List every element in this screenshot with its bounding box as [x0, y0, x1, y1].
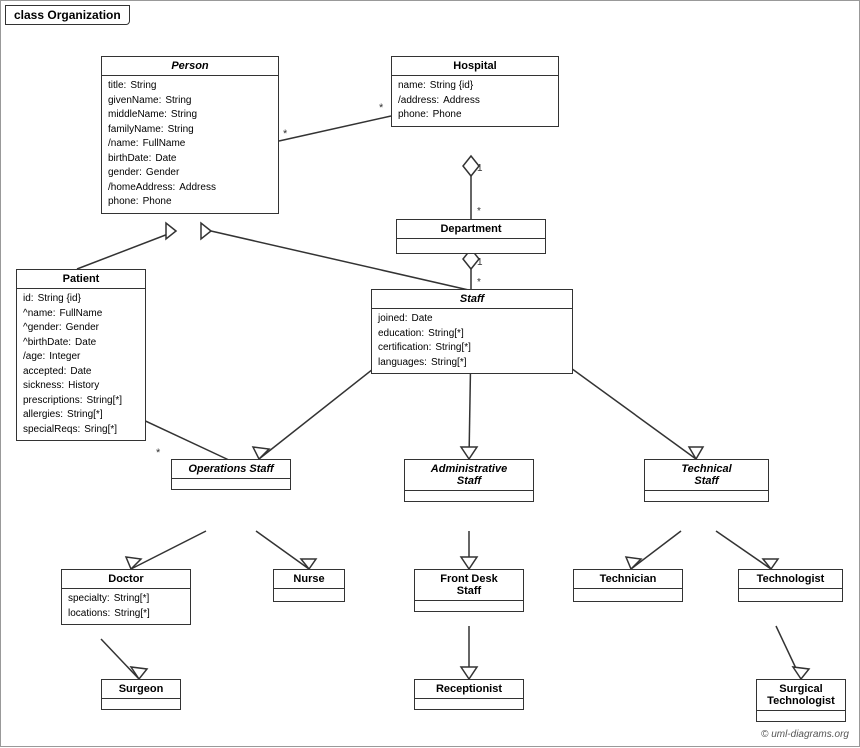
svg-text:1: 1: [477, 257, 483, 268]
receptionist-class: Receptionist: [414, 679, 524, 710]
doctor-class-name: Doctor: [62, 570, 190, 589]
surgeon-class-attrs: [102, 699, 180, 709]
diagram-title: class Organization: [5, 5, 130, 25]
doctor-class: Doctor specialty:String[*] locations:Str…: [61, 569, 191, 625]
front-desk-staff-class: Front Desk Staff: [414, 569, 524, 612]
svg-text:*: *: [477, 277, 481, 288]
receptionist-class-attrs: [415, 699, 523, 709]
surgical-technologist-class-attrs: [757, 711, 845, 721]
person-class: Person title:String givenName:String mid…: [101, 56, 279, 214]
surgeon-class-name: Surgeon: [102, 680, 180, 699]
department-class-name: Department: [397, 220, 545, 239]
administrative-staff-class: Administrative Staff: [404, 459, 534, 502]
surgeon-class: Surgeon: [101, 679, 181, 710]
technical-staff-class-name: Technical Staff: [645, 460, 768, 491]
patient-class-name: Patient: [17, 270, 145, 289]
staff-class-name: Staff: [372, 290, 572, 309]
technologist-class-name: Technologist: [739, 570, 842, 589]
svg-text:*: *: [283, 128, 288, 140]
patient-class-attrs: id:String {id} ^name:FullName ^gender:Ge…: [17, 289, 145, 440]
department-class: Department: [396, 219, 546, 254]
surgical-technologist-class-name: Surgical Technologist: [757, 680, 845, 711]
administrative-staff-class-attrs: [405, 491, 533, 501]
operations-staff-class: Operations Staff: [171, 459, 291, 490]
technical-staff-class: Technical Staff: [644, 459, 769, 502]
administrative-staff-class-name: Administrative Staff: [405, 460, 533, 491]
hospital-class-name: Hospital: [392, 57, 558, 76]
staff-class: Staff joined:Date education:String[*] ce…: [371, 289, 573, 374]
person-class-name: Person: [102, 57, 278, 76]
doctor-class-attrs: specialty:String[*] locations:String[*]: [62, 589, 190, 624]
receptionist-class-name: Receptionist: [415, 680, 523, 699]
technician-class-attrs: [574, 589, 682, 601]
front-desk-staff-class-name: Front Desk Staff: [415, 570, 523, 601]
surgical-technologist-class: Surgical Technologist: [756, 679, 846, 722]
patient-class: Patient id:String {id} ^name:FullName ^g…: [16, 269, 146, 441]
person-class-attrs: title:String givenName:String middleName…: [102, 76, 278, 213]
nurse-class-name: Nurse: [274, 570, 344, 589]
copyright-text: © uml-diagrams.org: [761, 729, 849, 740]
svg-text:*: *: [156, 447, 161, 459]
technician-class-name: Technician: [574, 570, 682, 589]
technical-staff-class-attrs: [645, 491, 768, 501]
nurse-class: Nurse: [273, 569, 345, 602]
svg-text:*: *: [379, 102, 384, 114]
hospital-class-attrs: name:String {id} /address:Address phone:…: [392, 76, 558, 126]
front-desk-staff-class-attrs: [415, 601, 523, 611]
operations-staff-class-name: Operations Staff: [172, 460, 290, 479]
svg-text:*: *: [477, 206, 481, 217]
technologist-class-attrs: [739, 589, 842, 601]
operations-staff-class-attrs: [172, 479, 290, 489]
svg-text:1: 1: [477, 163, 483, 174]
department-class-attrs: [397, 239, 545, 253]
nurse-class-attrs: [274, 589, 344, 601]
technologist-class: Technologist: [738, 569, 843, 602]
staff-class-attrs: joined:Date education:String[*] certific…: [372, 309, 572, 373]
diagram-container: class Organization * * 1 * 1 *: [0, 0, 860, 747]
hospital-class: Hospital name:String {id} /address:Addre…: [391, 56, 559, 127]
technician-class: Technician: [573, 569, 683, 602]
